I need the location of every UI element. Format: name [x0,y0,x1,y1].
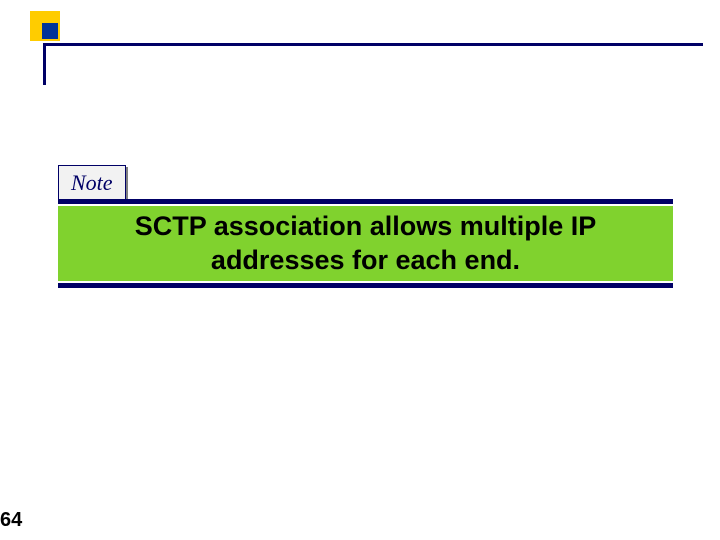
page-number: 64 [0,509,22,532]
note-label-box: Note [58,165,126,201]
slide-logo [30,11,90,71]
note-label: Note [71,170,113,195]
header-horizontal-line [43,43,703,46]
logo-inner-square [42,23,58,39]
main-statement: SCTP association allows multiple IP addr… [78,210,653,278]
highlight-box: SCTP association allows multiple IP addr… [58,206,673,281]
divider-bar-bottom [58,283,673,288]
divider-bar-top [58,199,673,204]
header-vertical-line [43,43,46,85]
